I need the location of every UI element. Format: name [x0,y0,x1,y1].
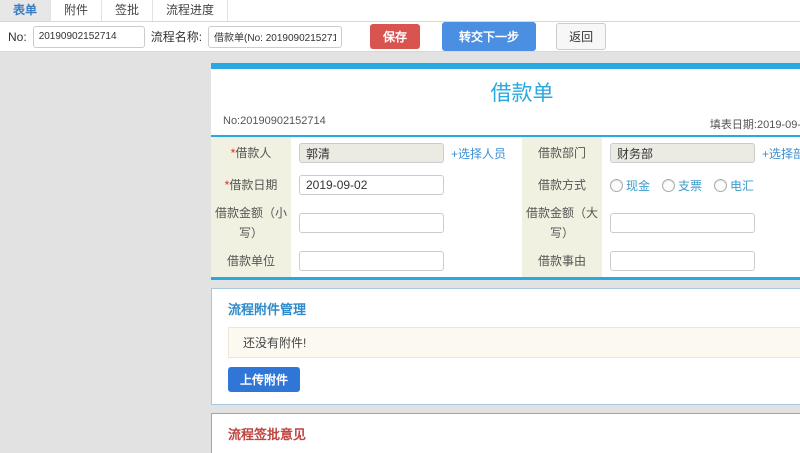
back-button[interactable]: 返回 [556,23,607,50]
amount-lower-label: 借款金额（小写） [211,201,291,245]
amount-lower-input[interactable] [299,213,444,233]
process-name-input[interactable] [208,25,343,48]
action-toolbar: No: 流程名称: 保存 转交下一步 返回 [0,22,800,52]
attachments-empty-text: 还没有附件! [228,327,800,358]
approval-title: 流程签批意见 [228,427,307,442]
main-content: 借款单 No:20190902152714 填表日期:2019-09-02 15… [211,63,800,453]
borrow-unit-input[interactable] [299,251,444,271]
radio-wire[interactable]: 电汇 [714,177,754,194]
tab-form[interactable]: 表单 [0,0,52,21]
form-column-left: *借款人 +选择人员 *借款日期 借款金额（小写） [211,137,522,277]
form-row-borrow-date: *借款日期 [211,169,522,201]
borrower-input[interactable] [299,143,444,163]
form-column-right: 借款部门 +选择部门 借款方式 现金 支票 电汇 借款金额（大写） [522,137,800,277]
no-input[interactable] [32,25,145,48]
radio-check[interactable]: 支票 [662,177,702,194]
department-label: 借款部门 [522,137,602,169]
borrower-label: *借款人 [211,137,291,169]
borrow-reason-input[interactable] [610,251,755,271]
select-person-link[interactable]: +选择人员 [451,145,506,162]
next-step-button[interactable]: 转交下一步 [442,22,537,51]
approval-panel: 流程签批意见 B I abc [211,413,800,453]
tab-attachments[interactable]: 附件 [51,0,103,21]
loan-form-panel: 借款单 No:20190902152714 填表日期:2019-09-02 15… [211,63,800,280]
tab-progress[interactable]: 流程进度 [153,0,229,21]
borrow-method-label: 借款方式 [522,169,602,201]
amount-upper-input[interactable] [610,213,755,233]
form-date-text: 填表日期:2019-09-02 15:27:1 [709,119,800,131]
form-row-amount-upper: 借款金额（大写） [522,201,800,245]
form-row-amount-lower: 借款金额（小写） [211,201,522,245]
form-grid: *借款人 +选择人员 *借款日期 借款金额（小写） [211,137,800,280]
form-row-borrow-reason: 借款事由 [522,245,800,277]
form-row-department: 借款部门 +选择部门 [522,137,800,169]
top-bar: 表单 附件 签批 流程进度 No: 流程名称: 保存 转交下一步 返回 [0,0,800,52]
form-no-text: No:20190902152714 [223,115,326,127]
radio-icon [610,178,623,192]
upload-attachment-button[interactable]: 上传附件 [228,367,301,392]
form-row-borrower: *借款人 +选择人员 [211,137,522,169]
radio-cash[interactable]: 现金 [610,177,650,194]
select-department-link[interactable]: +选择部门 [762,145,800,162]
amount-upper-label: 借款金额（大写） [522,201,602,245]
borrow-reason-label: 借款事由 [522,245,602,277]
borrow-date-label: *借款日期 [211,169,291,201]
no-label: No: [8,29,27,44]
save-button[interactable]: 保存 [370,24,421,49]
radio-icon [714,178,728,192]
tab-approval[interactable]: 签批 [102,0,154,21]
process-name-label: 流程名称: [150,30,203,44]
borrow-unit-label: 借款单位 [211,245,291,277]
borrow-date-input[interactable] [299,175,444,195]
form-row-borrow-method: 借款方式 现金 支票 电汇 [522,169,800,201]
department-input[interactable] [610,143,755,163]
attachments-title: 流程附件管理 [228,302,307,317]
tab-bar: 表单 附件 签批 流程进度 [0,0,800,22]
form-row-borrow-unit: 借款单位 [211,245,522,277]
radio-icon [662,178,676,192]
form-meta-row: No:20190902152714 填表日期:2019-09-02 15:27:… [211,109,800,137]
attachments-panel: 流程附件管理 还没有附件! 上传附件 [211,288,800,405]
form-title: 借款单 [490,82,554,105]
